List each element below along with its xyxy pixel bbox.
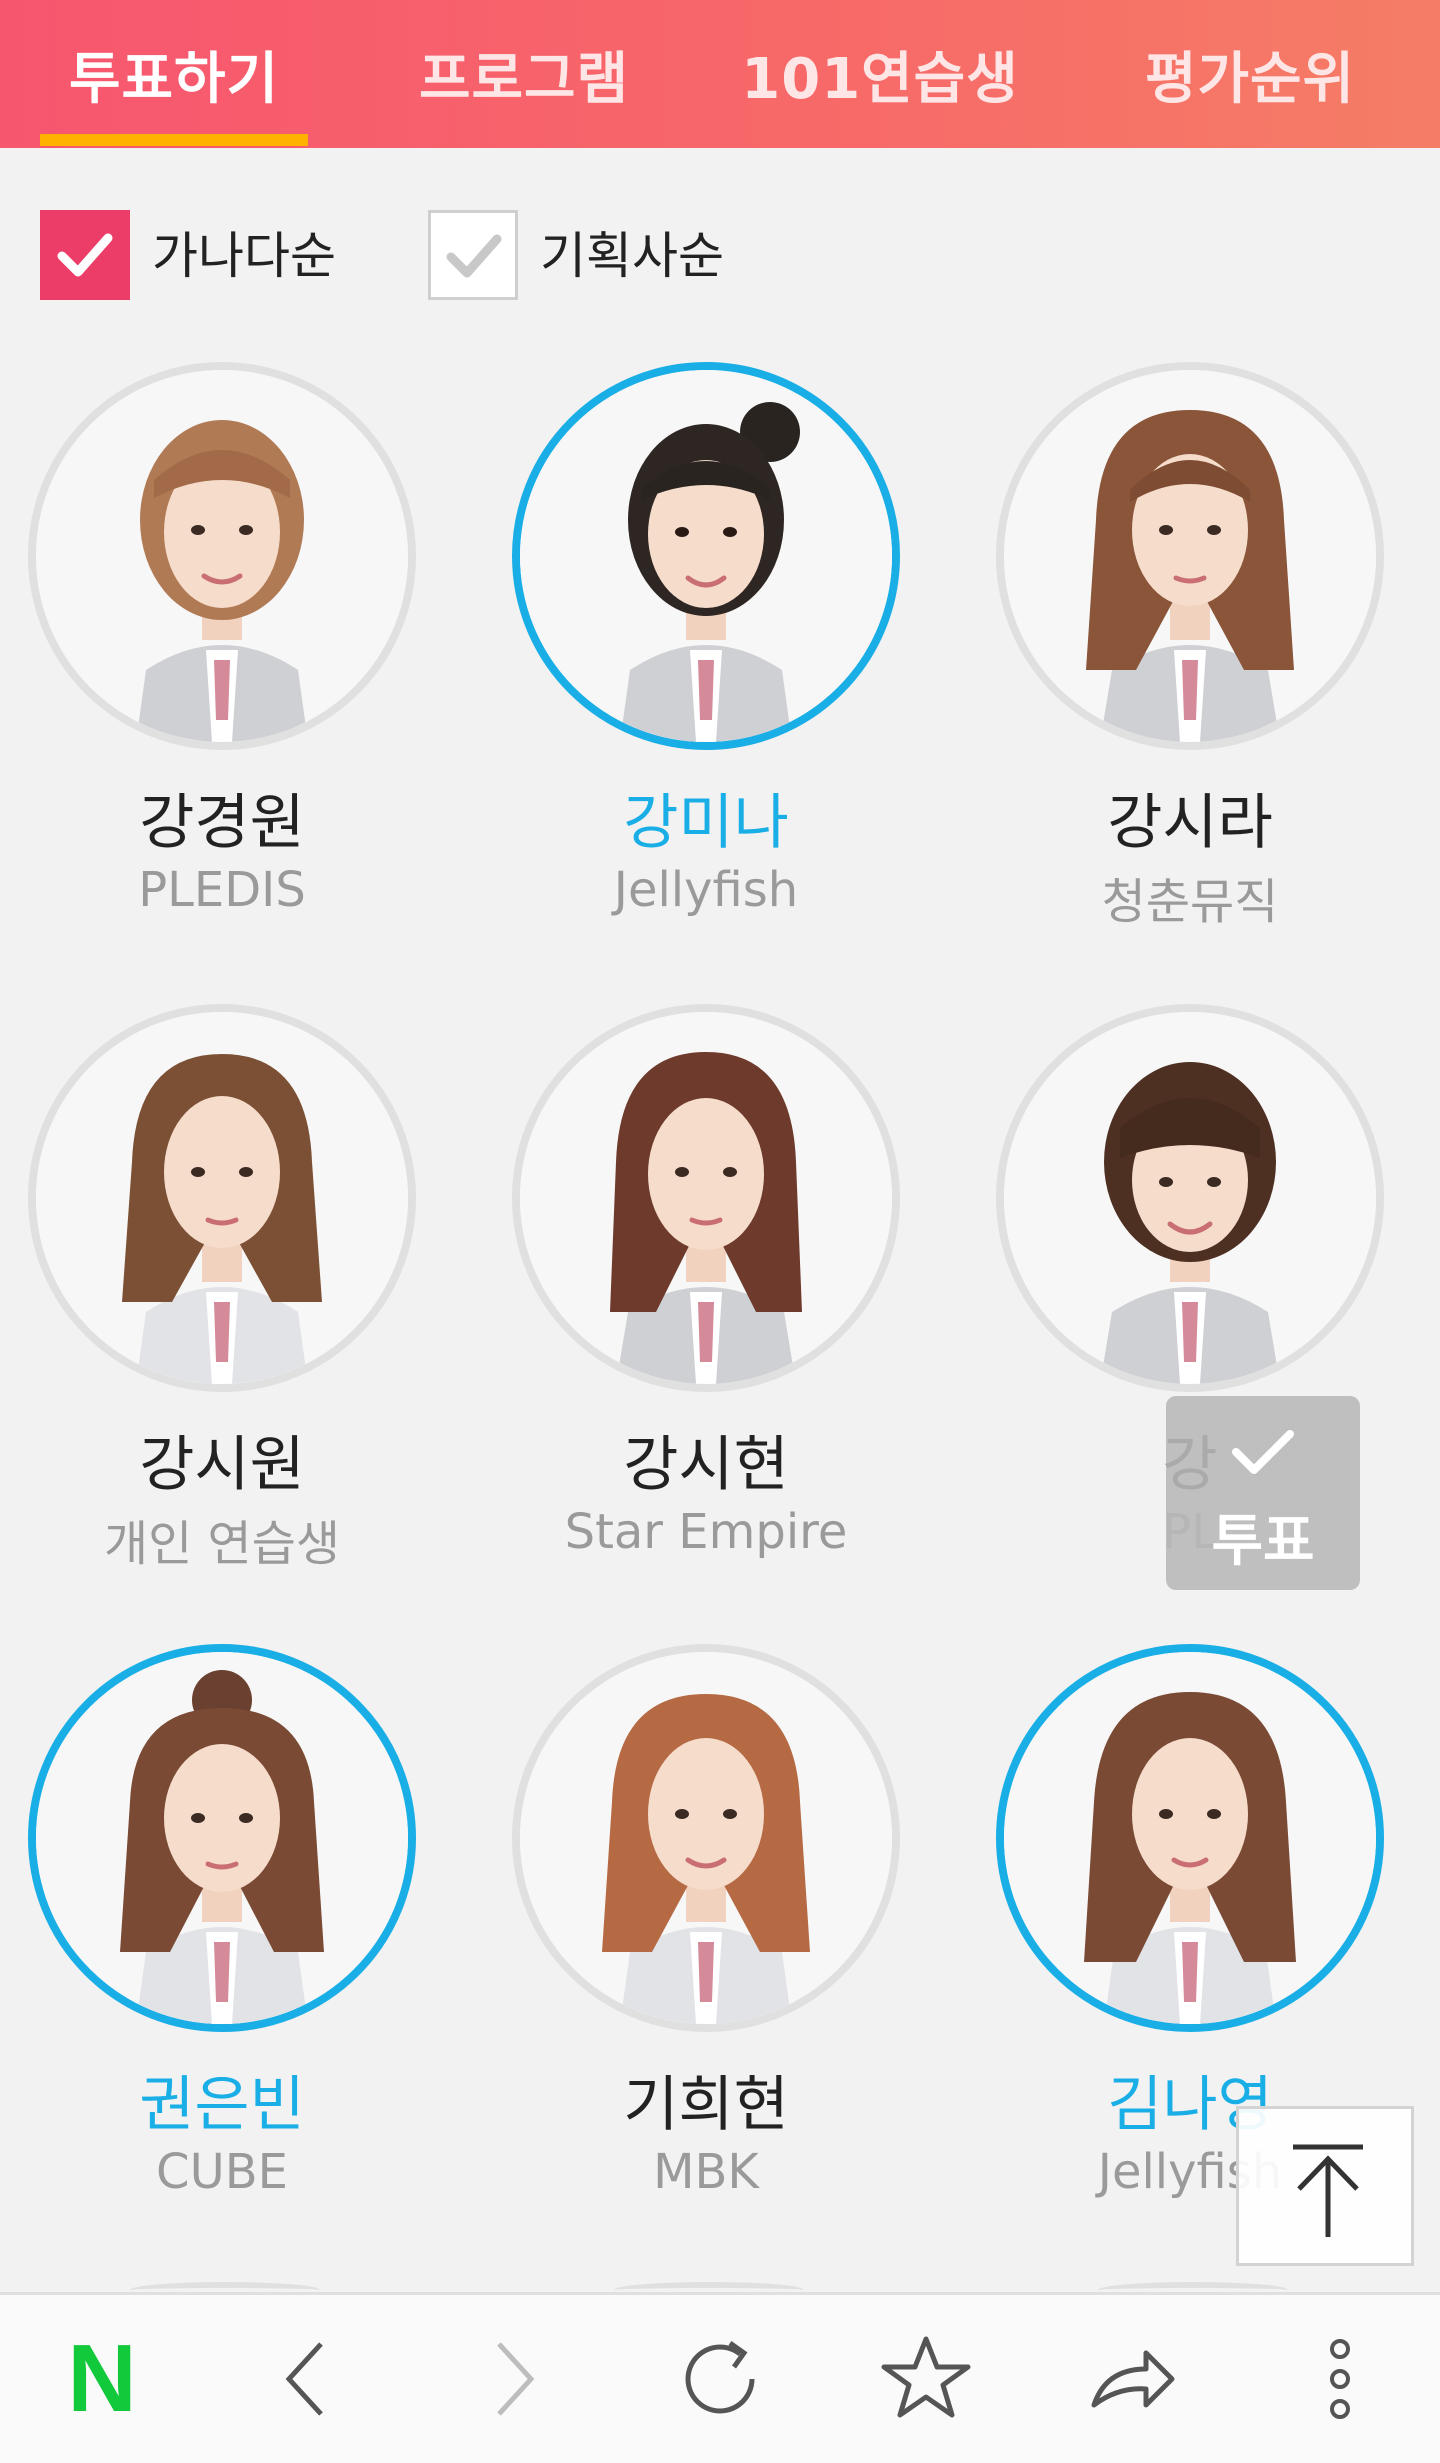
share-icon — [1091, 2350, 1175, 2408]
trainee-name: 기희현 — [623, 2070, 789, 2140]
portrait-image — [36, 370, 408, 742]
active-tab-indicator — [40, 134, 308, 146]
bookmark-button[interactable] — [856, 2295, 996, 2463]
trainee-card[interactable]: 강시라 청춘뮤직 — [950, 362, 1430, 962]
forward-button[interactable] — [444, 2295, 584, 2463]
trainee-agency: PLEDIS — [138, 862, 306, 918]
portrait-image — [1004, 1012, 1376, 1384]
portrait-image — [36, 1652, 408, 2024]
more-vertical-icon — [1330, 2339, 1350, 2419]
trainee-photo[interactable] — [28, 1004, 416, 1392]
more-menu-button[interactable] — [1270, 2295, 1410, 2463]
portrait-image — [520, 1652, 892, 2024]
sort-options: 가나다순 기획사순 — [0, 200, 1440, 310]
top-tab-bar: 투표하기 프로그램 101연습생 평가순위 — [0, 0, 1440, 148]
reload-button[interactable] — [650, 2295, 790, 2463]
trainee-card[interactable]: 강미나 Jellyfish — [466, 362, 946, 962]
tab-vote[interactable]: 투표하기 — [0, 0, 348, 148]
sort-alphabetical-checkbox[interactable] — [40, 210, 130, 300]
trainee-card[interactable]: 강시원 개인 연습생 — [0, 1004, 462, 1604]
trainee-photo[interactable] — [996, 1644, 1384, 2032]
reload-icon — [685, 2340, 755, 2414]
trainee-photo[interactable] — [512, 1004, 900, 1392]
portrait-image — [36, 1012, 408, 1384]
vote-button[interactable]: 투표 — [1166, 1396, 1360, 1590]
trainee-card[interactable]: 기희현 MBK — [466, 1644, 946, 2244]
trainee-photo[interactable] — [996, 362, 1384, 750]
trainee-photo[interactable] — [512, 1644, 900, 2032]
trainee-photo[interactable] — [28, 1644, 416, 2032]
trainee-agency: 개인 연습생 — [103, 1516, 341, 1572]
trainee-name: 강경원 — [139, 788, 305, 858]
vote-button-label: 투표 — [1211, 1509, 1315, 1574]
naver-home-button[interactable]: N — [32, 2295, 172, 2463]
trainee-name: 강시라 — [1107, 788, 1273, 858]
portrait-image — [520, 370, 892, 742]
sort-alphabetical-label[interactable]: 가나다순 — [152, 216, 336, 288]
trainee-agency: CUBE — [156, 2144, 288, 2200]
back-button[interactable] — [238, 2295, 378, 2463]
trainee-agency: MBK — [653, 2144, 759, 2200]
chevron-right-icon — [497, 2342, 535, 2416]
browser-bottom-bar: N — [0, 2292, 1440, 2463]
trainee-agency: 청춘뮤직 — [1101, 874, 1279, 930]
scroll-to-top-button[interactable] — [1236, 2106, 1414, 2266]
check-icon — [1232, 1430, 1294, 1474]
trainee-photo[interactable] — [512, 362, 900, 750]
sort-agency-checkbox[interactable] — [428, 210, 518, 300]
tab-program[interactable]: 프로그램 — [348, 0, 700, 148]
portrait-image — [1004, 370, 1376, 742]
arrow-up-icon — [1293, 2144, 1363, 2237]
trainee-card[interactable]: 권은빈 CUBE — [0, 1644, 462, 2244]
chevron-left-icon — [285, 2342, 323, 2416]
share-button[interactable] — [1062, 2295, 1202, 2463]
tab-ranking[interactable]: 평가순위 — [1060, 0, 1440, 148]
sort-agency-label[interactable]: 기획사순 — [540, 216, 724, 288]
naver-logo: N — [67, 2325, 137, 2432]
portrait-image — [520, 1012, 892, 1384]
trainee-card[interactable]: 강경원 PLEDIS — [0, 362, 462, 962]
check-icon — [446, 234, 502, 278]
trainee-photo[interactable] — [28, 362, 416, 750]
tab-trainees[interactable]: 101연습생 — [700, 0, 1060, 148]
trainee-name: 강시원 — [139, 1430, 305, 1500]
trainee-agency: Star Empire — [564, 1504, 848, 1560]
check-icon — [57, 233, 113, 277]
star-icon — [881, 2336, 971, 2418]
trainee-agency: Jellyfish — [613, 862, 799, 918]
trainee-name: 권은빈 — [139, 2070, 305, 2140]
trainee-name: 강시현 — [623, 1430, 789, 1500]
trainee-card[interactable]: 강시현 Star Empire — [466, 1004, 946, 1604]
trainee-photo[interactable] — [996, 1004, 1384, 1392]
trainee-name: 강미나 — [623, 788, 789, 858]
portrait-image — [1004, 1652, 1376, 2024]
